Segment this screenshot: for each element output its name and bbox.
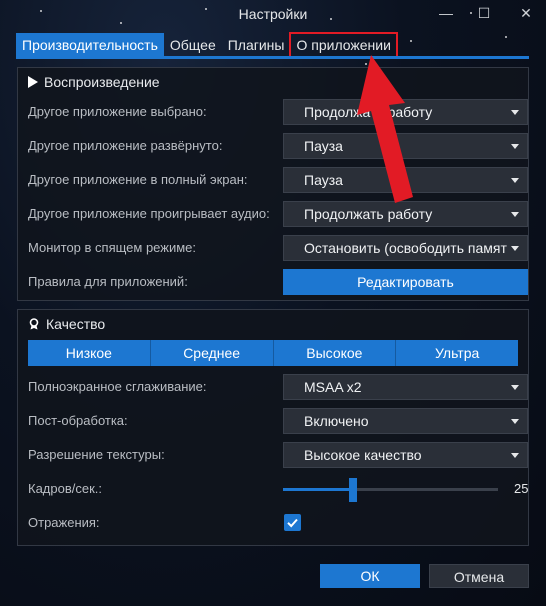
monitor-sleep-select[interactable]: Остановить (освободить памят — [283, 235, 528, 261]
quality-title: Качество — [46, 316, 106, 332]
row-label: Полноэкранное сглаживание: — [28, 379, 207, 394]
row-antialias: Полноэкранное сглаживание: MSAA x2 — [28, 374, 528, 400]
select-value: Высокое качество — [304, 447, 422, 463]
select-value: Пауза — [304, 172, 343, 188]
row-label: Другое приложение в полный экран: — [28, 172, 248, 187]
app-fullscreen-select[interactable]: Пауза — [283, 167, 528, 193]
playback-header: Воспроизведение — [28, 74, 160, 90]
select-value: Включено — [304, 413, 369, 429]
fps-slider-handle[interactable] — [349, 478, 357, 502]
row-label: Разрешение текстуры: — [28, 447, 165, 462]
chevron-down-icon — [511, 453, 519, 458]
ok-button[interactable]: ОК — [320, 564, 420, 588]
row-label: Другое приложение выбрано: — [28, 104, 207, 119]
quality-preset-bar: Низкое Среднее Высокое Ультра — [28, 340, 518, 366]
tab-plugins[interactable]: Плагины — [222, 33, 291, 57]
row-label: Кадров/сек.: — [28, 481, 103, 496]
row-fps: Кадров/сек.: 25 — [28, 476, 528, 502]
texture-select[interactable]: Высокое качество — [283, 442, 528, 468]
tab-performance[interactable]: Производительность — [16, 33, 164, 57]
chevron-down-icon — [511, 110, 519, 115]
row-label: Отражения: — [28, 515, 100, 530]
select-value: Продолжать работу — [304, 104, 433, 120]
fps-slider-fill — [283, 488, 349, 491]
playback-title: Воспроизведение — [44, 74, 160, 90]
chevron-down-icon — [511, 419, 519, 424]
row-label: Правила для приложений: — [28, 274, 188, 289]
play-icon — [28, 76, 38, 88]
antialias-select[interactable]: MSAA x2 — [283, 374, 528, 400]
tab-underline — [16, 56, 529, 59]
app-maximized-select[interactable]: Пауза — [283, 133, 528, 159]
quality-ultra-button[interactable]: Ультра — [396, 340, 518, 366]
select-value: Остановить (освободить памят — [304, 240, 507, 256]
quality-high-button[interactable]: Высокое — [273, 340, 397, 366]
quality-panel: Качество Низкое Среднее Высокое Ультра П… — [17, 309, 529, 546]
maximize-icon[interactable]: ☐ — [476, 5, 492, 21]
reflections-checkbox[interactable] — [284, 514, 301, 531]
tab-bar: Производительность Общее Плагины О прило… — [16, 32, 398, 58]
row-app-fullscreen: Другое приложение в полный экран: Пауза — [28, 167, 528, 193]
row-monitor-sleep: Монитор в спящем режиме: Остановить (осв… — [28, 235, 528, 261]
chevron-down-icon — [511, 385, 519, 390]
postprocess-select[interactable]: Включено — [283, 408, 528, 434]
fps-value: 25 — [514, 481, 529, 496]
row-reflections: Отражения: — [28, 510, 518, 536]
chevron-down-icon — [511, 178, 519, 183]
minimize-icon[interactable]: — — [438, 5, 454, 21]
row-app-selected: Другое приложение выбрано: Продолжать ра… — [28, 99, 528, 125]
medal-icon — [29, 318, 39, 330]
checkmark-icon — [287, 518, 298, 528]
row-label: Другое приложение проигрывает аудио: — [28, 206, 270, 221]
app-selected-select[interactable]: Продолжать работу — [283, 99, 528, 125]
quality-medium-button[interactable]: Среднее — [150, 340, 274, 366]
chevron-down-icon — [511, 212, 519, 217]
tab-general[interactable]: Общее — [164, 33, 222, 57]
row-label: Монитор в спящем режиме: — [28, 240, 197, 255]
quality-low-button[interactable]: Низкое — [28, 340, 151, 366]
select-value: MSAA x2 — [304, 379, 362, 395]
window-title: Настройки — [238, 6, 308, 22]
chevron-down-icon — [511, 144, 519, 149]
select-value: Продолжать работу — [304, 206, 433, 222]
row-label: Пост-обработка: — [28, 413, 128, 428]
row-postprocess: Пост-обработка: Включено — [28, 408, 528, 434]
row-app-maximized: Другое приложение развёрнуто: Пауза — [28, 133, 528, 159]
tab-about[interactable]: О приложении — [289, 32, 398, 58]
app-audio-select[interactable]: Продолжать работу — [283, 201, 528, 227]
quality-header: Качество — [28, 316, 105, 332]
cancel-button[interactable]: Отмена — [429, 564, 529, 588]
select-value: Пауза — [304, 138, 343, 154]
row-label: Другое приложение развёрнуто: — [28, 138, 223, 153]
row-app-audio: Другое приложение проигрывает аудио: Про… — [28, 201, 528, 227]
chevron-down-icon — [511, 246, 519, 251]
edit-rules-button[interactable]: Редактировать — [283, 269, 528, 295]
close-icon[interactable]: ✕ — [518, 5, 534, 21]
playback-panel: Воспроизведение Другое приложение выбран… — [17, 67, 529, 301]
row-app-rules: Правила для приложений: Редактировать — [28, 269, 528, 295]
row-texture: Разрешение текстуры: Высокое качество — [28, 442, 528, 468]
fps-slider[interactable] — [283, 478, 498, 502]
title-bar: Настройки — ☐ ✕ — [0, 0, 546, 30]
